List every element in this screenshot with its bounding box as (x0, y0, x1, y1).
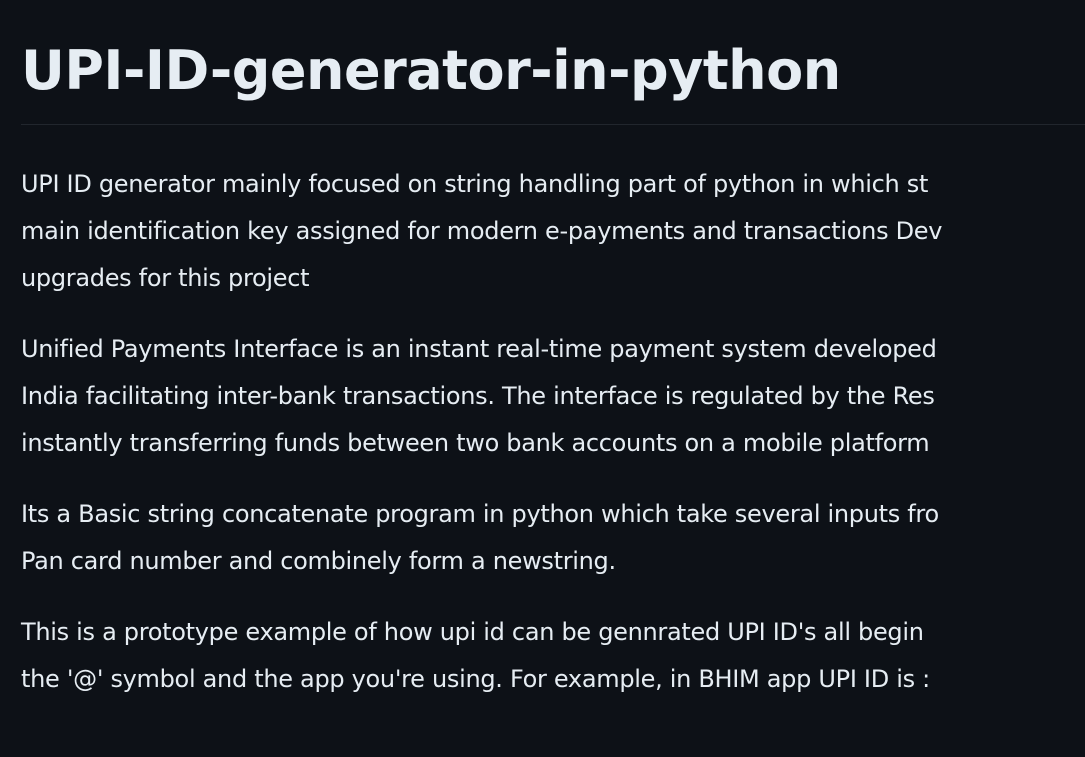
paragraph-prototype-example: This is a prototype example of how upi i… (21, 609, 1085, 703)
paragraph-line: This is a prototype example of how upi i… (21, 618, 924, 646)
page-title: UPI-ID-generator-in-python (21, 0, 1085, 125)
paragraph-line: UPI ID generator mainly focused on strin… (21, 170, 929, 198)
paragraph-line: India facilitating inter-bank transactio… (21, 382, 935, 410)
paragraph-upi-definition: Unified Payments Interface is an instant… (21, 326, 1085, 467)
paragraph-line: Pan card number and combinely form a new… (21, 547, 616, 575)
paragraph-program-description: Its a Basic string concatenate program i… (21, 491, 1085, 585)
paragraph-line: Its a Basic string concatenate program i… (21, 500, 939, 528)
paragraph-line: the '@' symbol and the app you're using.… (21, 665, 930, 693)
paragraph-line: main identification key assigned for mod… (21, 217, 943, 245)
paragraph-line: Unified Payments Interface is an instant… (21, 335, 937, 363)
paragraph-line: upgrades for this project (21, 264, 310, 292)
readme-content: UPI-ID-generator-in-python UPI ID genera… (21, 0, 1085, 703)
paragraph-line: instantly transferring funds between two… (21, 429, 930, 457)
paragraph-intro: UPI ID generator mainly focused on strin… (21, 161, 1085, 302)
